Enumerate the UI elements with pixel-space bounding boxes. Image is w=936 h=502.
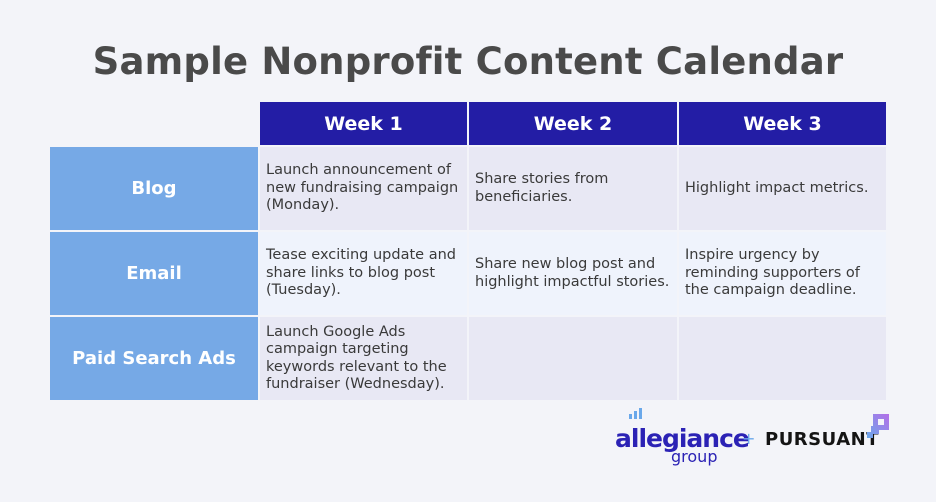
column-header-week-3: Week 3: [679, 102, 886, 145]
column-header-week-2: Week 2: [469, 102, 677, 145]
table-cell: Share stories from beneficiaries.: [469, 147, 677, 230]
table-cell: Launch announcement of new fundraising c…: [260, 147, 467, 230]
table-cell: [469, 317, 677, 400]
column-header-week-1: Week 1: [260, 102, 467, 145]
table-cell: Launch Google Ads campaign targeting key…: [260, 317, 467, 400]
row-label-email: Email: [50, 232, 258, 315]
logo-separator: +: [742, 429, 756, 448]
table-cell: Highlight impact metrics.: [679, 147, 886, 230]
table-cell: Inspire urgency by reminding supporters …: [679, 232, 886, 315]
table-cell: Tease exciting update and share links to…: [260, 232, 467, 315]
corner-cell: [50, 102, 258, 145]
allegiance-logo-subtext: group: [671, 447, 718, 466]
page-title: Sample Nonprofit Content Calendar: [92, 40, 844, 83]
table-cell: Share new blog post and highlight impact…: [469, 232, 677, 315]
pursuant-square-mark-icon: [867, 414, 889, 438]
content-calendar-table: Week 1 Week 2 Week 3 Blog Launch announc…: [50, 102, 886, 400]
row-label-blog: Blog: [50, 147, 258, 230]
footer-logos: allegiance group + PURSUANT: [615, 408, 895, 470]
row-label-paid-search-ads: Paid Search Ads: [50, 317, 258, 400]
pursuant-logo-text: PURSUANT: [765, 429, 879, 450]
table-cell: [679, 317, 886, 400]
